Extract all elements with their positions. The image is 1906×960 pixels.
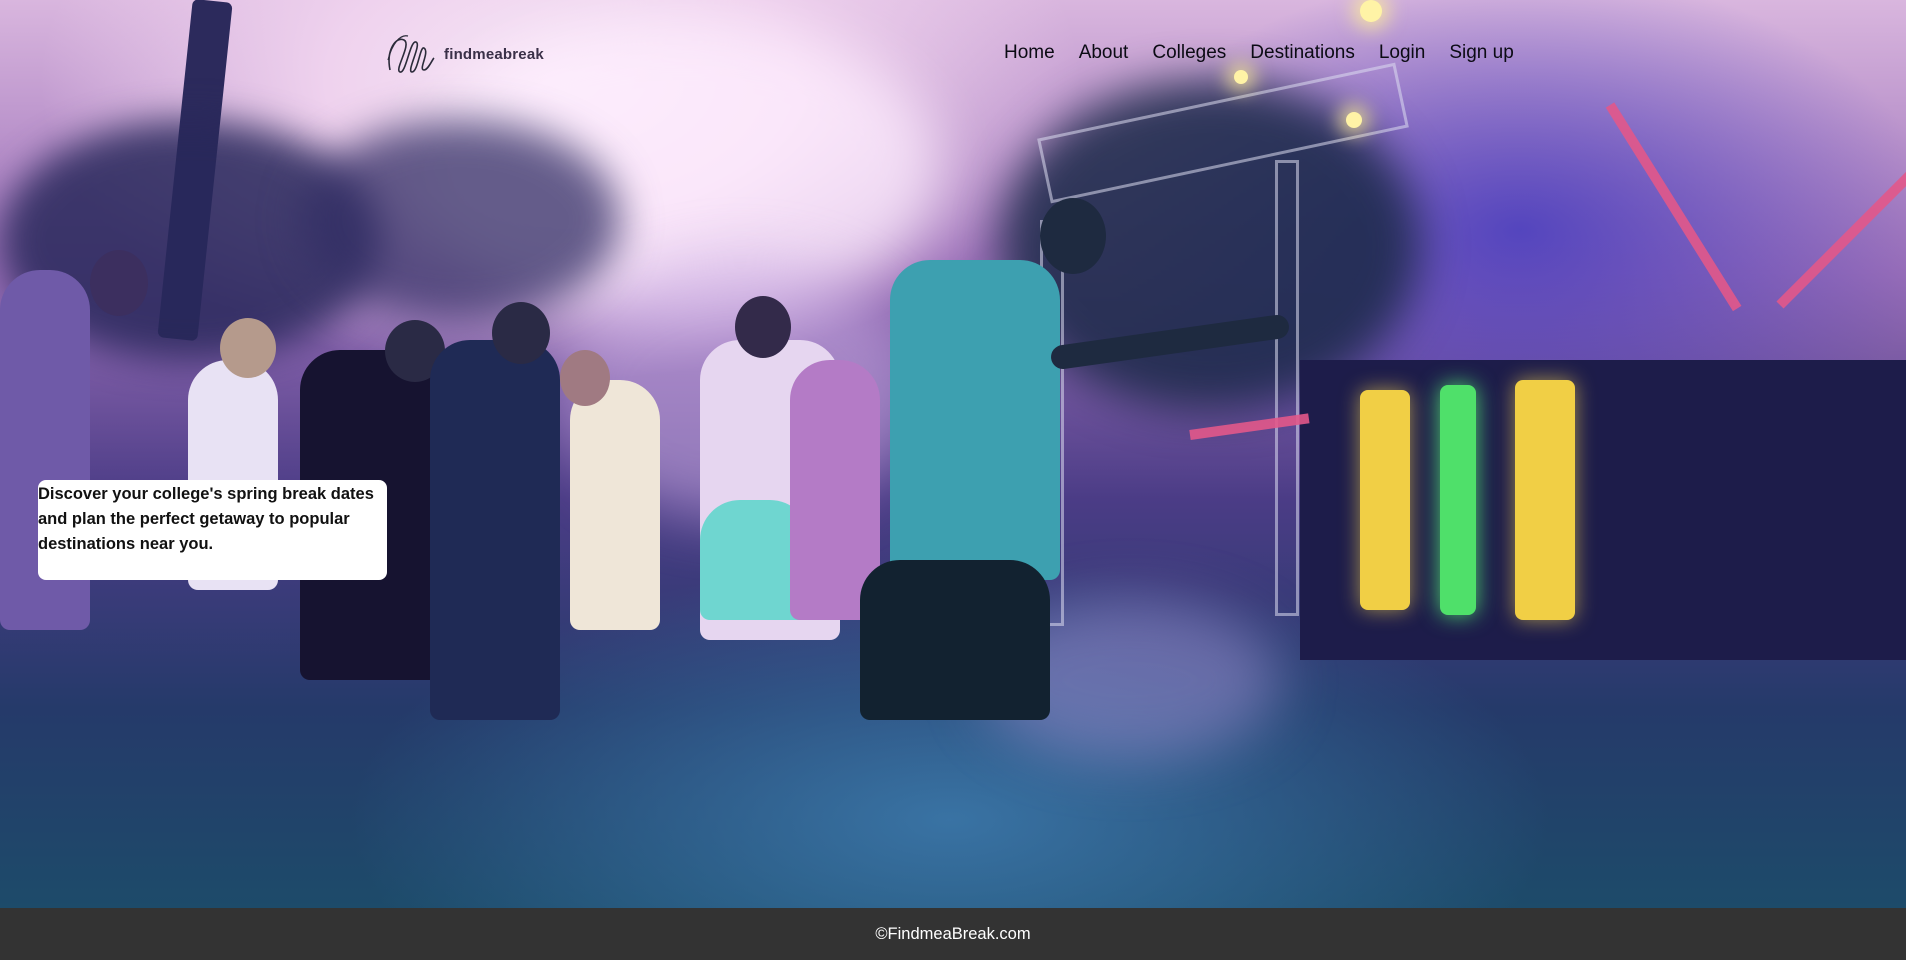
scribble-logo-icon [387,35,435,73]
nav-colleges[interactable]: Colleges [1152,42,1226,64]
brand-logo[interactable]: findmeabreak [384,30,544,78]
nav-sign-up[interactable]: Sign up [1449,42,1513,64]
nav-home[interactable]: Home [1004,42,1055,64]
hero-background-image [0,0,1906,908]
hero-tagline-card: Discover your college's spring break dat… [38,480,387,580]
nav-login[interactable]: Login [1379,42,1426,64]
footer: ©FindmeaBreak.com [0,908,1906,960]
nav-about[interactable]: About [1079,42,1129,64]
footer-copyright: ©FindmeaBreak.com [875,924,1031,943]
main-nav: Home About Colleges Destinations Login S… [1004,42,1514,64]
hero-tagline-text: Discover your college's spring break dat… [38,485,374,553]
brand-name: findmeabreak [444,45,544,63]
nav-destinations[interactable]: Destinations [1250,42,1355,64]
